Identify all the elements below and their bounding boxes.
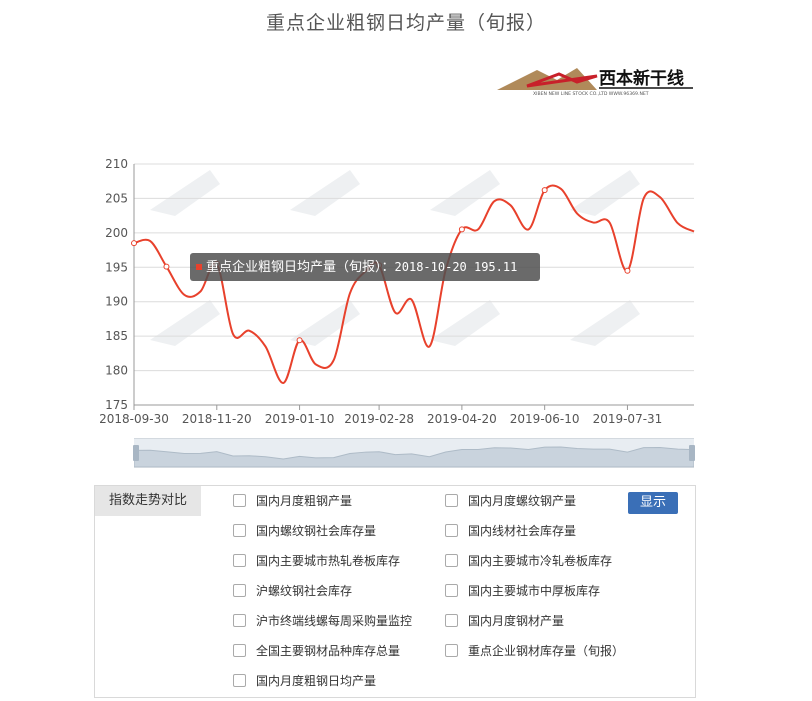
zoom-slider[interactable] [133, 438, 695, 468]
data-point [296, 337, 303, 344]
option-checkbox[interactable] [233, 614, 246, 627]
data-point [624, 267, 631, 274]
x-tick-label: 2019-04-20 [427, 412, 497, 426]
option-checkbox[interactable] [233, 674, 246, 687]
chart-svg: 175180185190195200205210 2018-09-30 2018-… [99, 157, 695, 426]
option-label: 国内月度粗钢日均产量 [256, 674, 377, 688]
tooltip-value: 2018-10-20 195.11 [394, 260, 518, 274]
zoom-preview [134, 446, 694, 467]
compare-panel-header: 指数走势对比 [95, 486, 201, 516]
y-axis: 175 180 185 190 195 200 205 210 [105, 157, 135, 412]
option-label: 国内月度粗钢产量 [256, 494, 353, 508]
option-checkbox[interactable] [445, 644, 458, 657]
option-checkbox[interactable] [233, 524, 246, 537]
compare-option[interactable]: 国内月度粗钢日均产量 [233, 671, 376, 691]
option-checkbox[interactable] [445, 524, 458, 537]
data-point [163, 263, 170, 270]
watermark-mark [150, 300, 220, 346]
option-checkbox[interactable] [445, 584, 458, 597]
x-axis: 2018-09-30 2018-11-20 2019-01-10 2019-02-28… [99, 404, 694, 426]
x-tick-label: 2019-06-10 [510, 412, 580, 426]
option-label: 国内月度螺纹钢产量 [468, 494, 577, 508]
series-line [133, 184, 695, 384]
y-tick-label: 205 [105, 191, 128, 205]
option-checkbox[interactable] [233, 554, 246, 567]
y-tick-label: 195 [105, 260, 128, 274]
option-checkbox[interactable] [233, 644, 246, 657]
logo-text: 西本新干线 [599, 68, 684, 89]
x-tick-label: 2018-11-20 [182, 412, 252, 426]
compare-option[interactable]: 沪螺纹钢社会库存 [233, 581, 352, 601]
compare-option[interactable]: 国内主要城市冷轧卷板库存 [445, 551, 612, 571]
x-tick-label: 2019-02-28 [344, 412, 414, 426]
y-tick-label: 175 [105, 398, 128, 412]
compare-option[interactable]: 重点企业钢材库存量（旬报） [445, 641, 624, 661]
x-tick-label: 2018-09-30 [99, 412, 169, 426]
option-checkbox[interactable] [445, 494, 458, 507]
tooltip-series-marker [196, 263, 202, 270]
series-layer [131, 184, 695, 384]
option-label: 沪螺纹钢社会库存 [256, 584, 353, 598]
compare-option[interactable]: 国内月度粗钢产量 [233, 491, 352, 511]
data-point [541, 187, 548, 194]
chart-tooltip: 重点企业粗钢日均产量（旬报）：2018-10-20 195.11 [190, 253, 540, 281]
show-button[interactable]: 显示 [628, 492, 678, 514]
option-label: 国内主要城市热轧卷板库存 [256, 554, 401, 568]
compare-panel: 指数走势对比 显示 国内月度粗钢产量 国内月度螺纹钢产量国内螺纹钢社会库存量 国内线… [94, 485, 696, 698]
y-tick-label: 180 [105, 364, 128, 378]
y-tick-label: 200 [105, 226, 128, 240]
option-label: 国内螺纹钢社会库存量 [256, 524, 377, 538]
zoom-handle-left[interactable] [133, 445, 139, 461]
watermark-mark [430, 300, 500, 346]
option-label: 国内主要城市中厚板库存 [468, 584, 601, 598]
option-label: 全国主要钢材品种库存总量 [256, 644, 401, 658]
data-point [458, 226, 465, 233]
compare-option[interactable]: 国内月度钢材产量 [445, 611, 564, 631]
logo-subtext: XIBEN NEW LINE STOCK CO.,LTD WWW.96369.N… [533, 91, 649, 97]
compare-option[interactable]: 沪市终端线螺每周采购量监控 [233, 611, 412, 631]
watermark-mark [570, 170, 640, 216]
y-tick-label: 210 [105, 157, 128, 171]
x-tick-label: 2019-07-31 [593, 412, 663, 426]
y-tick-label: 185 [105, 329, 128, 343]
option-label: 国内线材社会库存量 [468, 524, 577, 538]
zoom-handle-right[interactable] [689, 445, 695, 461]
option-label: 国内月度钢材产量 [468, 614, 565, 628]
data-point [131, 240, 137, 247]
compare-option[interactable]: 国内主要城市热轧卷板库存 [233, 551, 400, 571]
option-label: 沪市终端线螺每周采购量监控 [256, 614, 413, 628]
watermark-mark [570, 300, 640, 346]
y-tick-label: 190 [105, 295, 128, 309]
compare-option[interactable]: 国内月度螺纹钢产量 [445, 491, 576, 511]
compare-option[interactable]: 国内螺纹钢社会库存量 [233, 521, 376, 541]
option-checkbox[interactable] [233, 494, 246, 507]
option-label: 国内主要城市冷轧卷板库存 [468, 554, 613, 568]
brand-logo: 西本新干线 XIBEN NEW LINE STOCK CO.,LTD WWW.9… [497, 64, 697, 98]
option-checkbox[interactable] [445, 554, 458, 567]
x-tick-label: 2019-01-10 [265, 412, 335, 426]
option-label: 重点企业钢材库存量（旬报） [468, 644, 625, 658]
watermark-mark [150, 170, 220, 216]
watermark-mark [290, 170, 360, 216]
compare-option[interactable]: 国内主要城市中厚板库存 [445, 581, 600, 601]
page-title: 重点企业粗钢日均产量（旬报） [265, 12, 546, 34]
option-checkbox[interactable] [233, 584, 246, 597]
compare-option[interactable]: 国内线材社会库存量 [445, 521, 576, 541]
line-chart: 175 180 185 190 195 200 205 210 2018-09-30 2018-… [0, 150, 812, 440]
tooltip-series-name: 重点企业粗钢日均产量（旬报）： [206, 260, 395, 275]
option-checkbox[interactable] [445, 614, 458, 627]
compare-option[interactable]: 全国主要钢材品种库存总量 [233, 641, 400, 661]
